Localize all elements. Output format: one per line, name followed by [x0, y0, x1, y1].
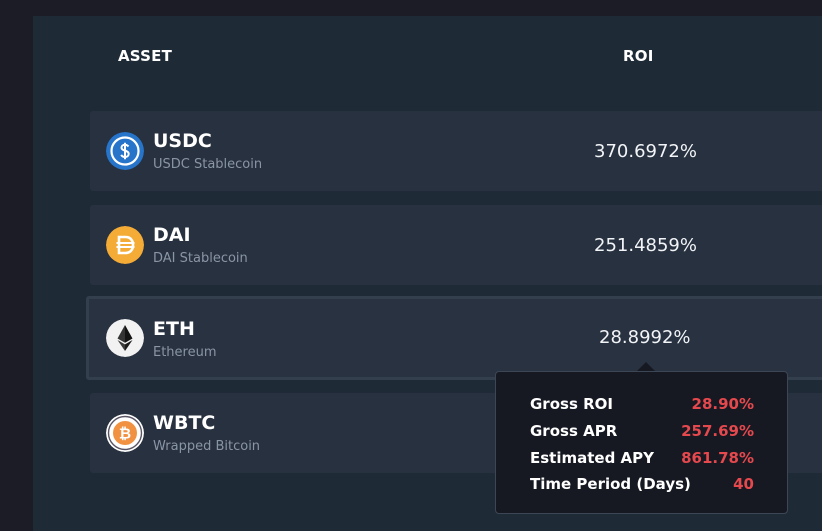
asset-row-eth[interactable]: ETH Ethereum 28.8992% [86, 296, 822, 380]
tooltip-label: Gross ROI [530, 395, 613, 413]
eth-icon [106, 319, 144, 357]
asset-name: Ethereum [153, 345, 217, 360]
usdc-icon [106, 132, 144, 170]
svg-text:₿: ₿ [119, 425, 131, 443]
asset-symbol: DAI [153, 224, 191, 246]
tooltip-value: 257.69% [681, 422, 754, 440]
tooltip-row-gross-apr: Gross APR 257.69% [530, 422, 754, 444]
tooltip-value: 28.90% [691, 395, 754, 413]
asset-symbol: USDC [153, 130, 212, 152]
tooltip-label: Gross APR [530, 422, 618, 440]
tooltip-row-gross-roi: Gross ROI 28.90% [530, 395, 754, 417]
roi-tooltip: Gross ROI 28.90% Gross APR 257.69% Estim… [495, 371, 788, 514]
asset-name: Wrapped Bitcoin [153, 439, 261, 454]
tooltip-row-time-period: Time Period (Days) 40 [530, 475, 754, 497]
tooltip-label: Estimated APY [530, 449, 655, 467]
asset-row-usdc[interactable]: USDC USDC Stablecoin 370.6972% [90, 111, 822, 191]
asset-roi: 251.4859% [594, 235, 697, 256]
column-header-roi[interactable]: ROI [623, 47, 653, 65]
tooltip-label: Time Period (Days) [530, 475, 691, 493]
tooltip-row-estimated-apy: Estimated APY 861.78% [530, 449, 754, 471]
asset-roi: 28.8992% [599, 327, 691, 348]
dai-icon [106, 226, 144, 264]
column-header-asset[interactable]: ASSET [118, 47, 172, 65]
asset-symbol: ETH [153, 318, 195, 340]
asset-row-dai[interactable]: DAI DAI Stablecoin 251.4859% [90, 205, 822, 285]
tooltip-value: 861.78% [681, 449, 754, 467]
asset-name: USDC Stablecoin [153, 157, 263, 172]
wbtc-icon: ₿ [106, 414, 144, 452]
tooltip-value: 40 [733, 475, 754, 493]
asset-roi: 370.6972% [594, 141, 697, 162]
asset-symbol: WBTC [153, 412, 216, 434]
asset-name: DAI Stablecoin [153, 251, 248, 266]
